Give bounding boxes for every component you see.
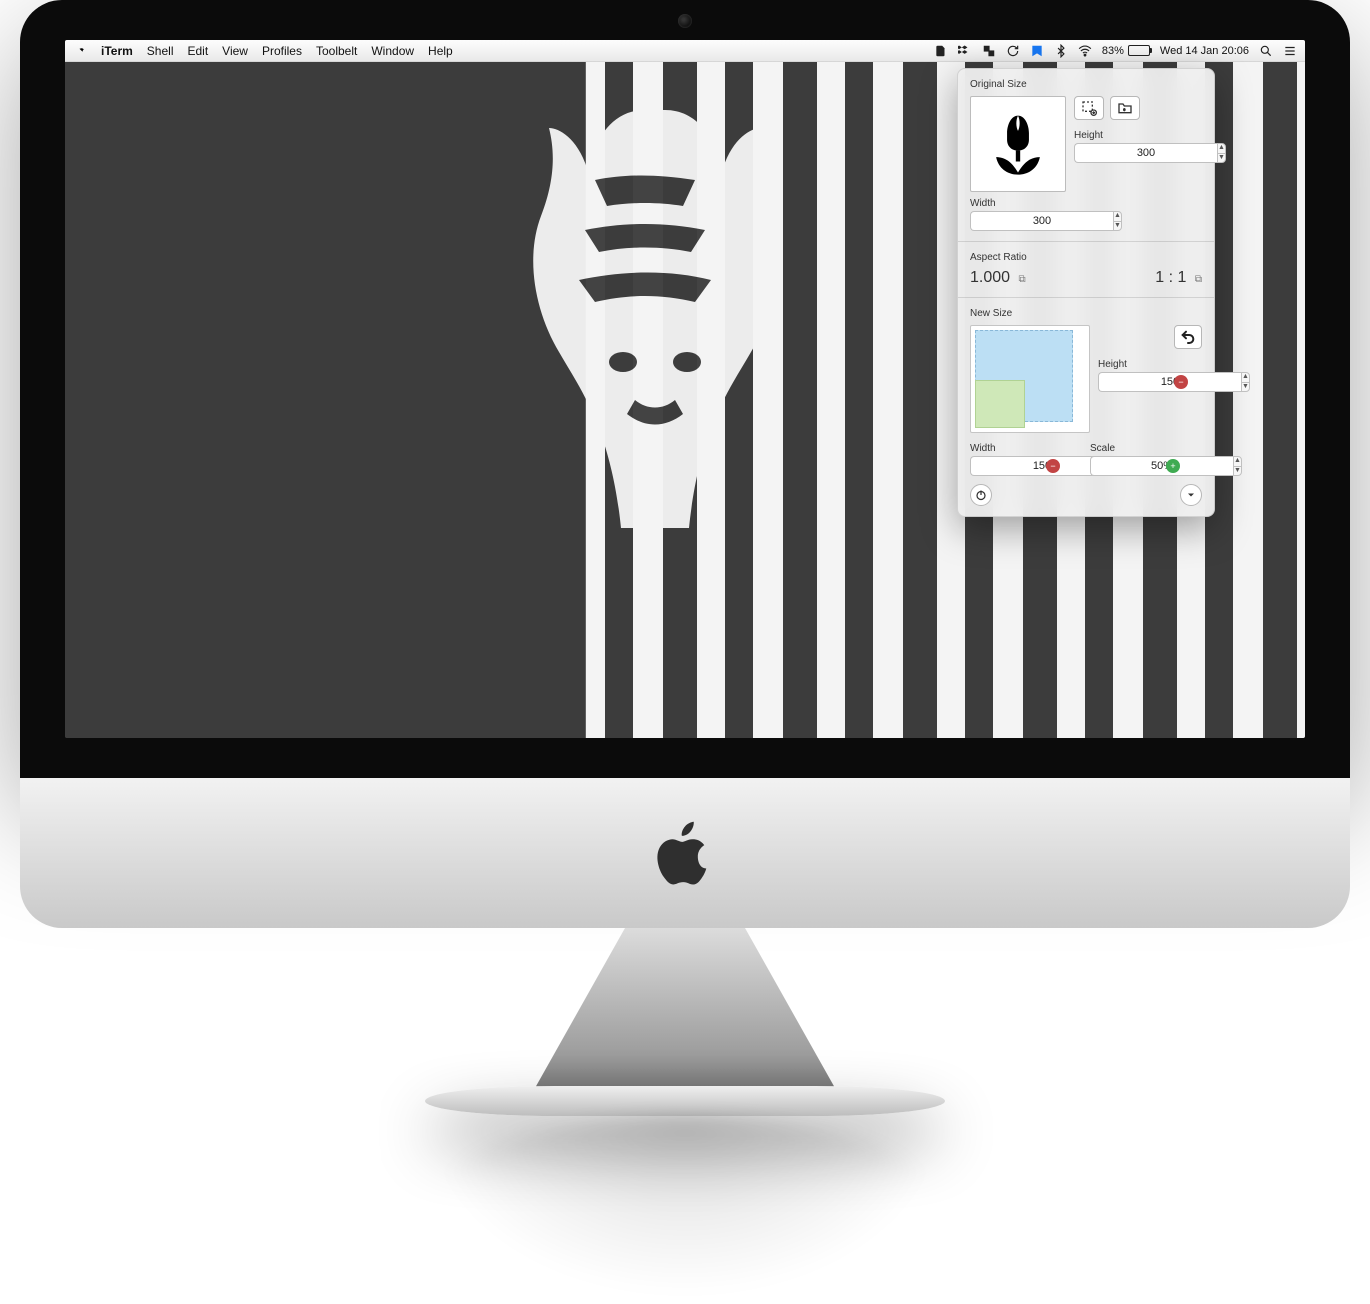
scale-stepper[interactable]: ▲▼	[1233, 456, 1242, 476]
menu-edit[interactable]: Edit	[187, 44, 208, 58]
menubar-clock[interactable]: Wed 14 Jan 20:06	[1160, 45, 1249, 57]
imac-reflection	[425, 1116, 945, 1296]
original-width-label: Width	[970, 198, 1202, 209]
original-thumbnail[interactable]	[970, 96, 1066, 192]
scale-lock-add-button[interactable]: +	[1166, 459, 1180, 473]
news-menubar-icon[interactable]	[1030, 44, 1044, 58]
height-lock-remove-button[interactable]: −	[1174, 375, 1188, 389]
imac-mockup: iTerm Shell Edit View Profiles Toolbelt …	[20, 0, 1350, 1296]
width-lock-remove-button[interactable]: −	[1046, 459, 1060, 473]
wifi-menubar-icon[interactable]	[1078, 44, 1092, 58]
original-width-stepper[interactable]: ▲▼	[1113, 211, 1122, 231]
copy-decimal-button[interactable]: ⧉	[1019, 274, 1026, 285]
isight-camera	[678, 14, 692, 28]
aspect-ratio-value: 1 : 1	[1155, 269, 1186, 286]
resize-panel: Original Size	[957, 68, 1215, 517]
new-size-label: New Size	[970, 308, 1202, 319]
original-height-input[interactable]	[1074, 143, 1217, 163]
sync-menubar-icon[interactable]	[1006, 44, 1020, 58]
resize-app-menubar-icon[interactable]	[982, 44, 996, 58]
aspect-decimal-value: 1.000	[970, 269, 1010, 286]
aspect-ratio-label: Aspect Ratio	[970, 252, 1202, 263]
menubar: iTerm Shell Edit View Profiles Toolbelt …	[65, 40, 1305, 62]
menu-view[interactable]: View	[222, 44, 248, 58]
apple-menu-icon[interactable]	[73, 44, 87, 58]
menu-toolbelt[interactable]: Toolbelt	[316, 44, 357, 58]
spotlight-icon[interactable]	[1259, 44, 1273, 58]
original-size-label: Original Size	[970, 79, 1202, 90]
menubar-app-name[interactable]: iTerm	[101, 44, 133, 58]
new-height-label: Height	[1098, 359, 1202, 370]
notification-center-icon[interactable]	[1283, 44, 1297, 58]
original-width-input[interactable]	[970, 211, 1113, 231]
open-folder-button[interactable]	[1110, 96, 1140, 120]
new-height-input[interactable]	[1098, 372, 1241, 392]
scale-input[interactable]	[1090, 456, 1233, 476]
power-button[interactable]	[970, 484, 992, 506]
more-options-button[interactable]	[1180, 484, 1202, 506]
evernote-menubar-icon[interactable]	[934, 44, 948, 58]
imac-stand-base	[425, 1086, 945, 1116]
undo-button[interactable]	[1174, 325, 1202, 349]
imac-bezel: iTerm Shell Edit View Profiles Toolbelt …	[20, 0, 1350, 778]
battery-percent-text: 83%	[1102, 45, 1124, 57]
menu-shell[interactable]: Shell	[147, 44, 174, 58]
imac-stand	[535, 928, 835, 1088]
size-preview	[970, 325, 1090, 433]
preview-new-rect	[975, 380, 1025, 428]
menu-window[interactable]: Window	[371, 44, 414, 58]
copy-ratio-button[interactable]: ⧉	[1195, 274, 1202, 285]
desktop: iTerm Shell Edit View Profiles Toolbelt …	[65, 40, 1305, 738]
menu-help[interactable]: Help	[428, 44, 453, 58]
wallpaper-zebra-head	[525, 100, 805, 580]
scale-label: Scale	[1090, 443, 1202, 454]
menu-profiles[interactable]: Profiles	[262, 44, 302, 58]
battery-icon	[1128, 45, 1150, 56]
battery-status[interactable]: 83%	[1102, 45, 1150, 57]
original-height-label: Height	[1074, 130, 1202, 141]
original-height-stepper[interactable]: ▲▼	[1217, 143, 1226, 163]
bluetooth-menubar-icon[interactable]	[1054, 44, 1068, 58]
tulip-icon	[983, 109, 1053, 179]
imac-chin	[20, 778, 1350, 928]
new-width-label: Width	[970, 443, 1082, 454]
dropbox-menubar-icon[interactable]	[958, 44, 972, 58]
menubar-status-area: 83% Wed 14 Jan 20:06	[934, 44, 1297, 58]
apple-logo-icon	[650, 813, 720, 893]
crop-add-button[interactable]	[1074, 96, 1104, 120]
new-height-stepper[interactable]: ▲▼	[1241, 372, 1250, 392]
